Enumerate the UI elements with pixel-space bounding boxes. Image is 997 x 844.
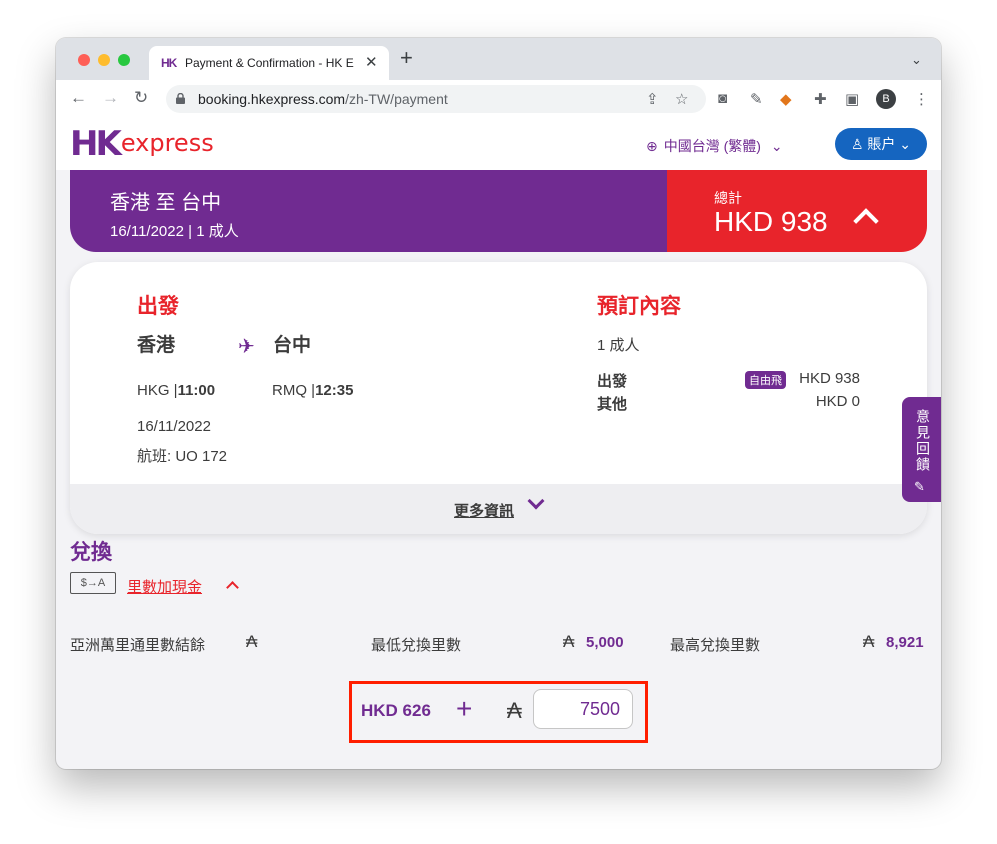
max-miles-value: 8,921: [886, 634, 924, 651]
bookmark-star-icon[interactable]: ☆: [675, 90, 688, 108]
favicon-icon: HK: [161, 56, 177, 70]
origin-code-time: HKG |11:00: [137, 382, 216, 399]
eyedropper-extension-icon[interactable]: ✎: [750, 90, 763, 108]
camera-icon[interactable]: ◙: [718, 90, 727, 107]
extensions-puzzle-icon[interactable]: ✚: [814, 90, 827, 108]
tab-title: Payment & Confirmation - HK E: [185, 56, 354, 70]
more-info-bar: 更多資訊: [70, 484, 927, 534]
route-subtitle: 16/11/2022 | 1 成人: [110, 223, 239, 240]
user-icon: ♙: [850, 136, 864, 152]
total-price-panel[interactable]: 總計 HKD 938: [667, 170, 927, 252]
flight-date: 16/11/2022: [137, 418, 211, 435]
asia-miles-icon: ₳: [246, 632, 258, 651]
departure-fare-label: 出發: [597, 373, 628, 390]
close-window-button[interactable]: [78, 54, 90, 66]
site-header: HKexpress ⊕ 中國台灣 (繁體) ⌄ ♙ 賬户 ⌄: [56, 118, 941, 170]
globe-icon: ⊕: [646, 138, 658, 154]
plane-icon: ✈: [238, 336, 255, 358]
miles-cash-combo: HKD 626 + ₳: [349, 681, 648, 743]
route-title: 香港 至 台中: [110, 192, 222, 214]
booking-details-title: 預訂內容: [597, 295, 681, 318]
departure-fare-value: HKD 938: [799, 370, 860, 387]
tab-search-button[interactable]: ⌄: [911, 52, 922, 68]
close-tab-icon[interactable]: ✕: [365, 53, 378, 71]
chevron-up-icon[interactable]: [226, 581, 239, 594]
redeem-title: 兌換: [70, 541, 112, 564]
chevron-down-icon[interactable]: [527, 492, 545, 510]
browser-tab[interactable]: HK Payment & Confirmation - HK E ✕: [149, 46, 389, 80]
destination-city: 台中: [273, 335, 312, 356]
new-tab-button[interactable]: +: [400, 47, 413, 69]
miles-input[interactable]: [533, 689, 633, 729]
browser-window: HK Payment & Confirmation - HK E ✕ + ⌄ ←…: [56, 38, 941, 769]
side-panel-icon[interactable]: ▣: [845, 90, 859, 108]
forward-icon[interactable]: →: [102, 88, 119, 108]
hk-express-logo[interactable]: HKexpress: [70, 124, 214, 164]
route-summary: 香港 至 台中 16/11/2022 | 1 成人: [70, 170, 667, 252]
feedback-tab[interactable]: 意見回饋 ✎: [902, 397, 941, 502]
destination-code-time: RMQ |12:35: [272, 382, 354, 399]
min-miles-value: 5,000: [586, 634, 624, 651]
maximize-window-button[interactable]: [118, 54, 130, 66]
account-button[interactable]: ♙ 賬户 ⌄: [835, 128, 927, 160]
other-fees-label: 其他: [597, 396, 628, 413]
feedback-label: 意見回饋: [915, 409, 931, 473]
metamask-fox-icon[interactable]: ◆: [780, 90, 792, 108]
chevron-down-icon: ⌄: [899, 136, 912, 152]
edit-icon: ✎: [914, 479, 925, 494]
total-label: 總計: [714, 190, 742, 206]
chevron-up-icon[interactable]: [853, 208, 879, 234]
balance-label: 亞洲萬里通里數結餘: [70, 637, 206, 654]
booking-summary-bar[interactable]: 香港 至 台中 16/11/2022 | 1 成人 總計 HKD 938: [70, 170, 927, 252]
flight-number: 航班: UO 172: [137, 448, 228, 465]
max-miles-label: 最高兌換里數: [670, 637, 761, 654]
tab-strip: HK Payment & Confirmation - HK E ✕ + ⌄: [56, 38, 941, 80]
min-miles-label: 最低兌換里數: [371, 637, 462, 654]
language-selector[interactable]: ⊕ 中國台灣 (繁體) ⌄: [646, 136, 783, 156]
reload-icon[interactable]: ↻: [134, 88, 148, 108]
more-info-link[interactable]: 更多資訊: [454, 500, 514, 521]
other-fees-value: HKD 0: [815, 393, 860, 410]
more-menu-icon[interactable]: ⋮: [914, 90, 929, 108]
minimize-window-button[interactable]: [98, 54, 110, 66]
address-bar[interactable]: booking.hkexpress.com/zh-TW/payment ⇪ ☆: [166, 85, 706, 113]
share-icon[interactable]: ⇪: [646, 90, 659, 108]
asia-miles-icon: ₳: [563, 632, 575, 651]
cash-amount: HKD 626: [361, 701, 431, 720]
asia-miles-icon: ₳: [507, 698, 522, 723]
passenger-count: 1 成人: [597, 337, 640, 354]
departure-title: 出發: [137, 295, 179, 318]
browser-toolbar: ← → ↻ booking.hkexpress.com/zh-TW/paymen…: [56, 80, 941, 119]
chevron-down-icon: ⌄: [770, 138, 783, 154]
miles-cash-icon: $→A: [70, 572, 116, 594]
back-icon[interactable]: ←: [70, 88, 87, 108]
profile-avatar[interactable]: B: [876, 89, 896, 109]
url-text: booking.hkexpress.com/zh-TW/payment: [198, 91, 448, 107]
asia-miles-icon: ₳: [863, 632, 875, 651]
lock-icon: [176, 93, 185, 104]
total-value: HKD 938: [714, 206, 828, 237]
flight-details-card: 出發 香港 ✈ 台中 HKG |11:00 RMQ |12:35 16/11/2…: [70, 262, 927, 534]
miles-plus-cash-toggle[interactable]: 里數加現金: [127, 576, 202, 597]
origin-city: 香港: [137, 335, 176, 356]
plus-icon: +: [456, 693, 473, 724]
